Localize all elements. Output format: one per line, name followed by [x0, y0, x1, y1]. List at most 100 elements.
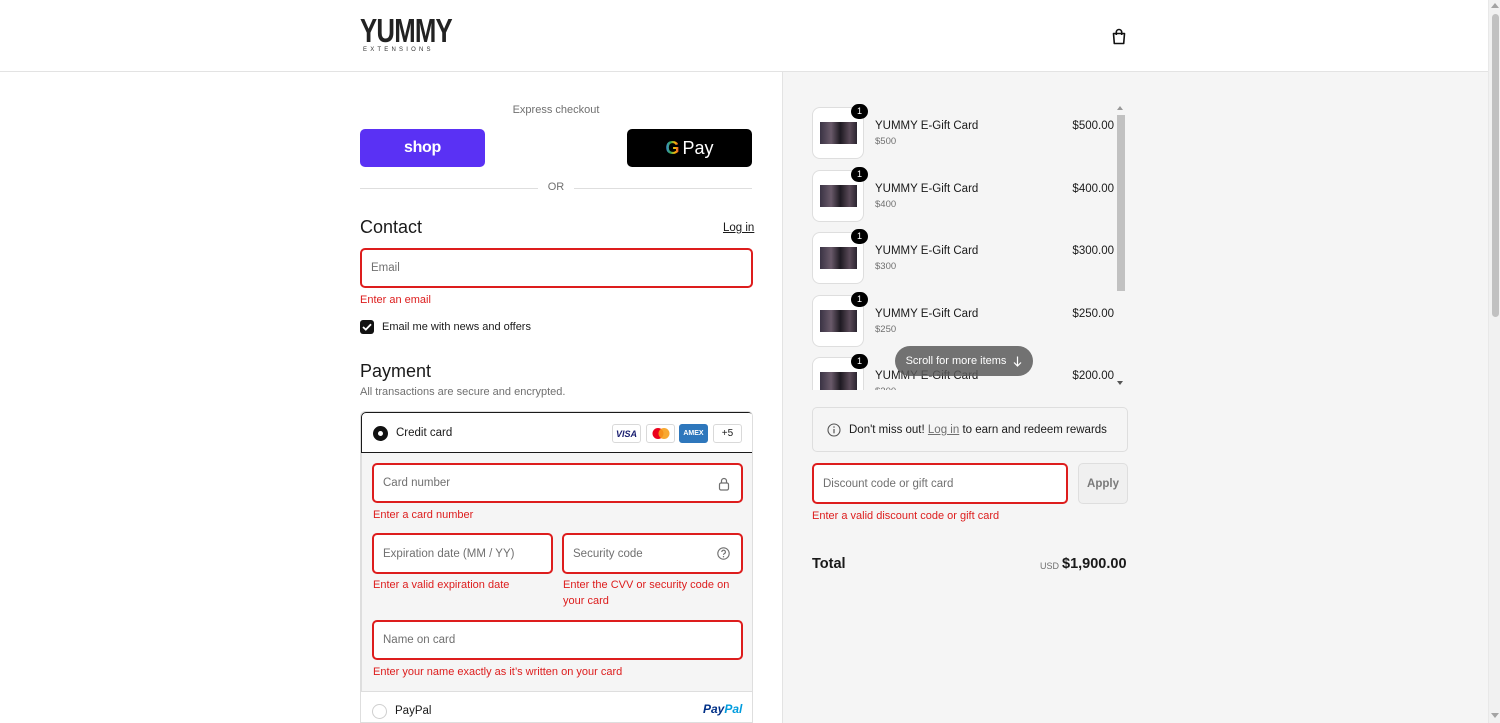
email-field[interactable]: [360, 248, 753, 288]
email-error: Enter an email: [360, 294, 431, 306]
product-variant: $400: [875, 199, 897, 210]
scrollbar-thumb[interactable]: [1492, 14, 1499, 317]
rewards-prefix: Don't miss out!: [849, 424, 925, 436]
line-item: 1 YUMMY E-Gift Card $500 $500.00: [812, 102, 1128, 164]
paypal-radio[interactable]: [372, 704, 387, 719]
rewards-login-link[interactable]: Log in: [928, 424, 959, 436]
payment-subtitle: All transactions are secure and encrypte…: [360, 386, 566, 398]
contact-heading: Contact: [360, 217, 423, 237]
name-on-card-error: Enter your name exactly as it’s written …: [373, 666, 623, 678]
email-input[interactable]: [362, 250, 751, 286]
amex-icon: AMEX: [679, 424, 708, 443]
scroll-down-arrow-icon[interactable]: [1491, 713, 1499, 718]
items-scroll-up-icon[interactable]: [1117, 106, 1123, 110]
product-image: [820, 372, 857, 390]
or-label: OR: [547, 181, 565, 193]
yummy-logo[interactable]: YUMMY EXTENSIONS: [360, 12, 453, 56]
more-brands-badge: +5: [713, 424, 742, 443]
name-on-card-input[interactable]: [374, 622, 741, 658]
product-image: [820, 310, 857, 332]
total-label: Total: [812, 556, 846, 572]
shop-pay-label: shop: [403, 139, 442, 156]
lock-icon: [718, 477, 730, 491]
expiry-input[interactable]: [374, 535, 551, 572]
or-divider: OR: [360, 181, 752, 195]
mastercard-icon: [646, 424, 675, 443]
card-number-error: Enter a card number: [373, 509, 474, 521]
express-checkout-label: Express checkout: [512, 104, 600, 116]
shop-pay-button[interactable]: shop: [360, 129, 485, 167]
credit-card-option[interactable]: Credit card VISA AMEX +5: [361, 412, 752, 453]
product-image: [820, 122, 857, 144]
newsletter-label: Email me with news and offers: [382, 321, 531, 333]
product-price: $400.00: [1072, 183, 1114, 195]
product-variant: $500: [875, 136, 897, 147]
login-link[interactable]: Log in: [723, 222, 754, 234]
cart-button[interactable]: [1108, 25, 1130, 47]
product-name: YUMMY E-Gift Card: [875, 308, 979, 320]
site-header: YUMMY EXTENSIONS: [0, 0, 1488, 72]
product-price: $200.00: [1072, 370, 1114, 382]
product-name: YUMMY E-Gift Card: [875, 245, 979, 257]
product-image: [820, 185, 857, 207]
name-on-card-field[interactable]: [372, 620, 743, 660]
card-number-field[interactable]: [372, 463, 743, 503]
google-pay-label: Pay: [682, 137, 714, 158]
quantity-badge: 1: [851, 104, 868, 119]
discount-code-field[interactable]: [812, 463, 1068, 504]
scroll-hint-label: Scroll for more items: [905, 355, 1007, 367]
rewards-banner: Don't miss out! Log in to earn and redee…: [812, 407, 1128, 452]
items-scroll-down-icon[interactable]: [1117, 381, 1123, 385]
paypal-logo-icon: PayPal: [703, 702, 743, 716]
discount-code-input[interactable]: [814, 465, 1066, 502]
product-variant: $200: [875, 386, 896, 390]
product-image: [820, 247, 857, 269]
product-variant: $300: [875, 261, 897, 272]
google-g-icon: G: [665, 137, 680, 158]
credit-card-form: Enter a card number Enter a valid expira…: [361, 453, 752, 691]
divider-line-right: [574, 188, 752, 189]
quantity-badge: 1: [851, 167, 868, 182]
arrow-down-icon: [1013, 356, 1022, 367]
visa-icon: VISA: [612, 424, 641, 443]
items-scrollbar-thumb[interactable]: [1117, 115, 1125, 291]
payment-methods: Credit card VISA AMEX +5 Enter a card nu…: [360, 411, 753, 723]
credit-card-label: Credit card: [396, 427, 453, 439]
card-number-input[interactable]: [374, 465, 741, 501]
expiry-error: Enter a valid expiration date: [373, 579, 510, 591]
credit-card-radio[interactable]: [373, 426, 388, 441]
scroll-for-more-button[interactable]: Scroll for more items: [895, 346, 1033, 376]
total-currency: USD: [1040, 561, 1060, 571]
rewards-text: Don't miss out! Log in to earn and redee…: [849, 424, 1107, 436]
security-code-field[interactable]: [562, 533, 743, 574]
items-scrollbar[interactable]: [1116, 104, 1126, 388]
scroll-up-arrow-icon[interactable]: [1491, 3, 1499, 8]
product-price: $250.00: [1072, 308, 1114, 320]
product-name: YUMMY E-Gift Card: [875, 183, 979, 195]
apply-discount-button[interactable]: Apply: [1078, 463, 1128, 504]
info-icon: [827, 423, 841, 437]
quantity-badge: 1: [851, 354, 868, 369]
security-code-error: Enter the CVV or security code on your c…: [563, 579, 730, 607]
payment-heading: Payment: [360, 361, 432, 381]
shopping-bag-icon: [1112, 28, 1126, 44]
help-circle-icon[interactable]: [717, 547, 730, 560]
quantity-badge: 1: [851, 292, 868, 307]
page-scrollbar[interactable]: [1488, 0, 1500, 723]
product-price: $300.00: [1072, 245, 1114, 257]
quantity-badge: 1: [851, 229, 868, 244]
paypal-label: PayPal: [395, 705, 432, 717]
rewards-suffix: to earn and redeem rewards: [962, 424, 1107, 436]
discount-error: Enter a valid discount code or gift card: [812, 510, 1000, 522]
product-price: $500.00: [1072, 120, 1114, 132]
total-amount: $1,900.00: [1062, 556, 1127, 572]
expiry-field[interactable]: [372, 533, 553, 574]
line-item: 1 YUMMY E-Gift Card $250 $250.00: [812, 290, 1128, 352]
google-pay-button[interactable]: G Pay: [627, 129, 752, 167]
newsletter-checkbox[interactable]: [360, 320, 374, 334]
security-code-input[interactable]: [564, 535, 741, 572]
product-name: YUMMY E-Gift Card: [875, 120, 979, 132]
logo-wordmark: YUMMY: [360, 12, 453, 49]
product-variant: $250: [875, 324, 897, 335]
paypal-option[interactable]: PayPal PayPal: [361, 691, 752, 722]
